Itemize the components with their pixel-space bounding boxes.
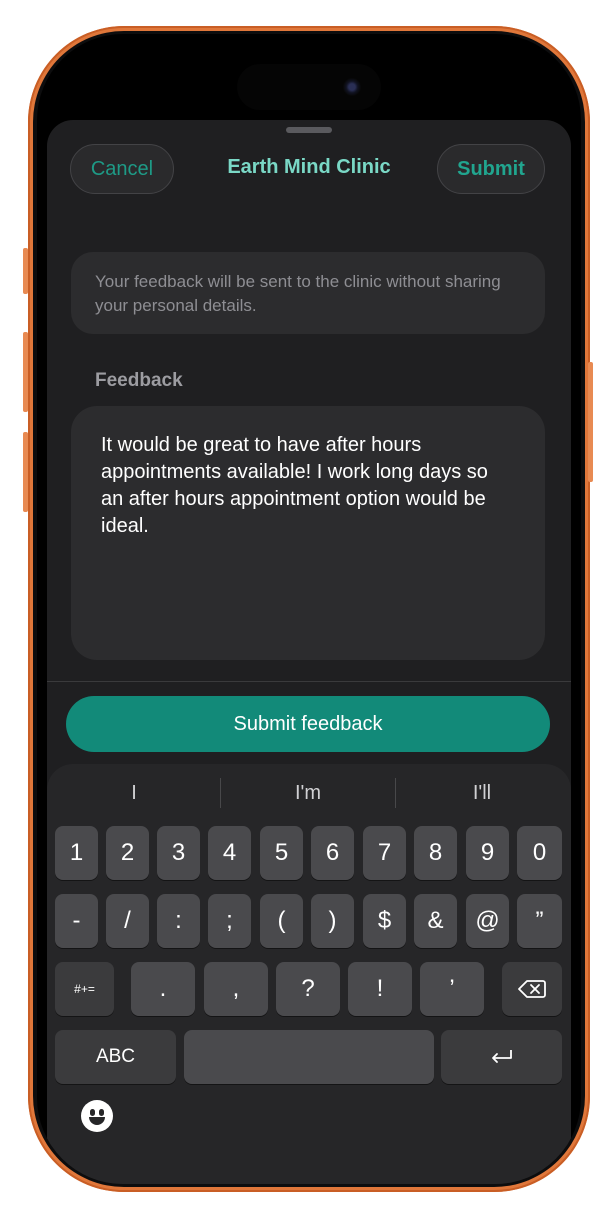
submit-feedback-button[interactable]: Submit feedback: [66, 696, 550, 752]
key-5[interactable]: 5: [260, 826, 303, 880]
key-apostrophe[interactable]: ’: [420, 962, 484, 1016]
suggestion-2[interactable]: I'm: [233, 782, 383, 805]
delete-key[interactable]: [502, 962, 562, 1016]
privacy-notice: Your feedback will be sent to the clinic…: [71, 252, 545, 334]
key-exclamation[interactable]: !: [348, 962, 412, 1016]
key-slash[interactable]: /: [106, 894, 149, 948]
dynamic-island: [237, 64, 381, 110]
suggestion-divider: [395, 778, 396, 808]
return-key[interactable]: [441, 1030, 562, 1084]
feedback-label: Feedback: [95, 370, 183, 391]
space-key[interactable]: [184, 1030, 434, 1084]
key-at[interactable]: @: [466, 894, 509, 948]
abc-key[interactable]: ABC: [55, 1030, 176, 1084]
submit-button[interactable]: Submit: [437, 144, 545, 194]
keyboard: I I'm I'll 1 2 3 4 5 6 7 8 9 0 - / : ; (…: [47, 764, 571, 1184]
power-button: [588, 362, 593, 482]
key-semicolon[interactable]: ;: [208, 894, 251, 948]
key-period[interactable]: .: [131, 962, 195, 1016]
suggestion-divider: [220, 778, 221, 808]
key-6[interactable]: 6: [311, 826, 354, 880]
volume-up-button: [23, 332, 28, 412]
key-1[interactable]: 1: [55, 826, 98, 880]
emoji-icon[interactable]: [81, 1100, 113, 1132]
key-ampersand[interactable]: &: [414, 894, 457, 948]
symbols-toggle-key[interactable]: #+=: [55, 962, 114, 1016]
key-dollar[interactable]: $: [363, 894, 406, 948]
key-3[interactable]: 3: [157, 826, 200, 880]
key-open-paren[interactable]: (: [260, 894, 303, 948]
key-question[interactable]: ?: [276, 962, 340, 1016]
cancel-button[interactable]: Cancel: [70, 144, 174, 194]
key-7[interactable]: 7: [363, 826, 406, 880]
suggestion-3[interactable]: I'll: [407, 782, 557, 805]
camera-icon: [343, 78, 361, 96]
key-comma[interactable]: ,: [204, 962, 268, 1016]
delete-backward-icon: [518, 980, 546, 998]
key-0[interactable]: 0: [517, 826, 562, 880]
key-2[interactable]: 2: [106, 826, 149, 880]
return-icon: [491, 1050, 512, 1063]
action-button: [23, 248, 28, 294]
page-title: Earth Mind Clinic: [227, 156, 391, 178]
sheet-grabber[interactable]: [286, 127, 332, 133]
screen: Cancel Earth Mind Clinic Submit Your fee…: [37, 34, 581, 1184]
key-close-paren[interactable]: ): [311, 894, 354, 948]
key-4[interactable]: 4: [208, 826, 251, 880]
key-colon[interactable]: :: [157, 894, 200, 948]
key-hyphen[interactable]: -: [55, 894, 98, 948]
divider: [47, 681, 571, 682]
volume-down-button: [23, 432, 28, 512]
suggestion-1[interactable]: I: [59, 782, 209, 805]
key-9[interactable]: 9: [466, 826, 509, 880]
key-8[interactable]: 8: [414, 826, 457, 880]
feedback-textarea[interactable]: It would be great to have after hours ap…: [71, 406, 545, 660]
key-quote[interactable]: ”: [517, 894, 562, 948]
feedback-sheet: Cancel Earth Mind Clinic Submit Your fee…: [47, 120, 571, 1184]
